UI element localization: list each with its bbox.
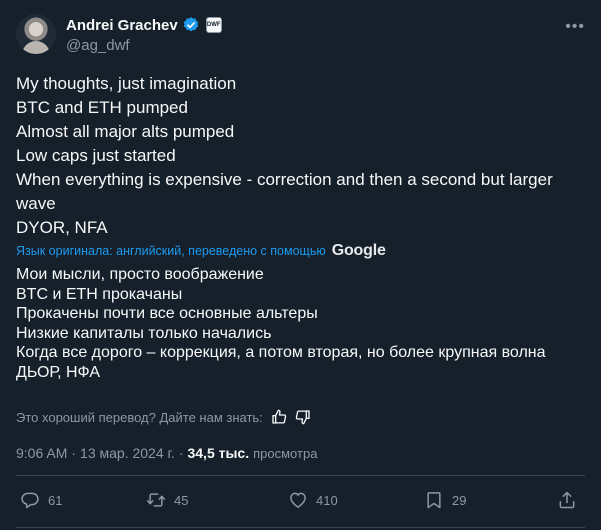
translated-text: Мои мысли, просто воображение BTC и ETH … — [16, 265, 585, 382]
bookmark-count: 29 — [452, 492, 467, 508]
bookmark-icon — [427, 492, 441, 509]
views-label[interactable]: просмотра — [253, 446, 317, 461]
like-count: 410 — [316, 492, 338, 508]
more-options-icon[interactable]: ••• — [565, 18, 585, 36]
tweet-line: wave — [16, 194, 56, 213]
translation-feedback: Это хороший перевод? Дайте нам знать: — [16, 409, 311, 425]
divider — [16, 475, 585, 476]
reply-icon — [21, 492, 39, 509]
thumbs-down-icon[interactable] — [295, 409, 311, 425]
thumbs-up-icon[interactable] — [271, 409, 287, 425]
tweet-line: Almost all major alts pumped — [16, 122, 235, 141]
org-badge-icon[interactable]: DWF — [205, 17, 222, 33]
verified-badge-icon — [183, 17, 198, 32]
tweet-card: Andrei Grachev DWF @ag_dwf ••• My though… — [0, 0, 601, 530]
translation-label[interactable]: Язык оригинала: английский, переведено с… — [16, 244, 326, 258]
repost-button[interactable]: 45 — [146, 490, 188, 510]
tweet-time[interactable]: 9:06 AM — [16, 445, 67, 461]
translation-source[interactable]: Язык оригинала: английский, переведено с… — [16, 242, 386, 260]
like-button[interactable]: 410 — [288, 490, 338, 510]
tweet-line: DYOR, NFA — [16, 218, 108, 237]
translated-line: BTC и ETH прокачаны — [16, 285, 183, 303]
tweet-header: Andrei Grachev DWF @ag_dwf ••• — [16, 12, 585, 58]
views-count[interactable]: 34,5 тыс. — [187, 445, 249, 461]
avatar-figure — [22, 41, 50, 54]
tweet-line: When everything is expensive - correctio… — [16, 170, 553, 189]
share-icon — [559, 491, 575, 509]
translated-line: ДЬОР, НФА — [16, 363, 101, 381]
reply-button[interactable]: 61 — [20, 490, 62, 510]
translated-line: Низкие капиталы только начались — [16, 324, 272, 342]
meta-separator: · — [178, 445, 184, 461]
tweet-text: My thoughts, just imagination BTC and ET… — [16, 72, 585, 240]
tweet-line: BTC and ETH pumped — [16, 98, 188, 117]
meta-separator: · — [71, 445, 77, 461]
heart-icon — [290, 492, 306, 508]
translated-line: Мои мысли, просто воображение — [16, 266, 264, 283]
share-button[interactable] — [557, 490, 577, 510]
translated-line: Прокачены почти все основные альтеры — [16, 305, 318, 322]
feedback-prompt: Это хороший перевод? Дайте нам знать: — [16, 409, 263, 425]
repost-count: 45 — [174, 492, 189, 508]
reply-count: 61 — [48, 492, 63, 508]
author-name[interactable]: Andrei Grachev — [66, 17, 178, 34]
bookmark-button[interactable]: 29 — [424, 490, 466, 510]
action-bar: 61 45 410 29 — [16, 488, 585, 518]
google-logo: Google — [331, 242, 386, 259]
divider — [16, 527, 585, 528]
tweet-line: My thoughts, just imagination — [16, 74, 237, 93]
tweet-meta: 9:06 AM · 13 мар. 2024 г. · 34,5 тыс. пр… — [16, 445, 317, 461]
translated-line: Когда все дорого – коррекция, а потом вт… — [16, 344, 546, 361]
author-handle[interactable]: @ag_dwf — [66, 37, 130, 54]
author-row: Andrei Grachev DWF — [66, 16, 222, 34]
avatar[interactable] — [16, 14, 56, 54]
repost-icon — [146, 493, 166, 507]
tweet-date[interactable]: 13 мар. 2024 г. — [80, 445, 175, 461]
tweet-line: Low caps just started — [16, 146, 176, 165]
